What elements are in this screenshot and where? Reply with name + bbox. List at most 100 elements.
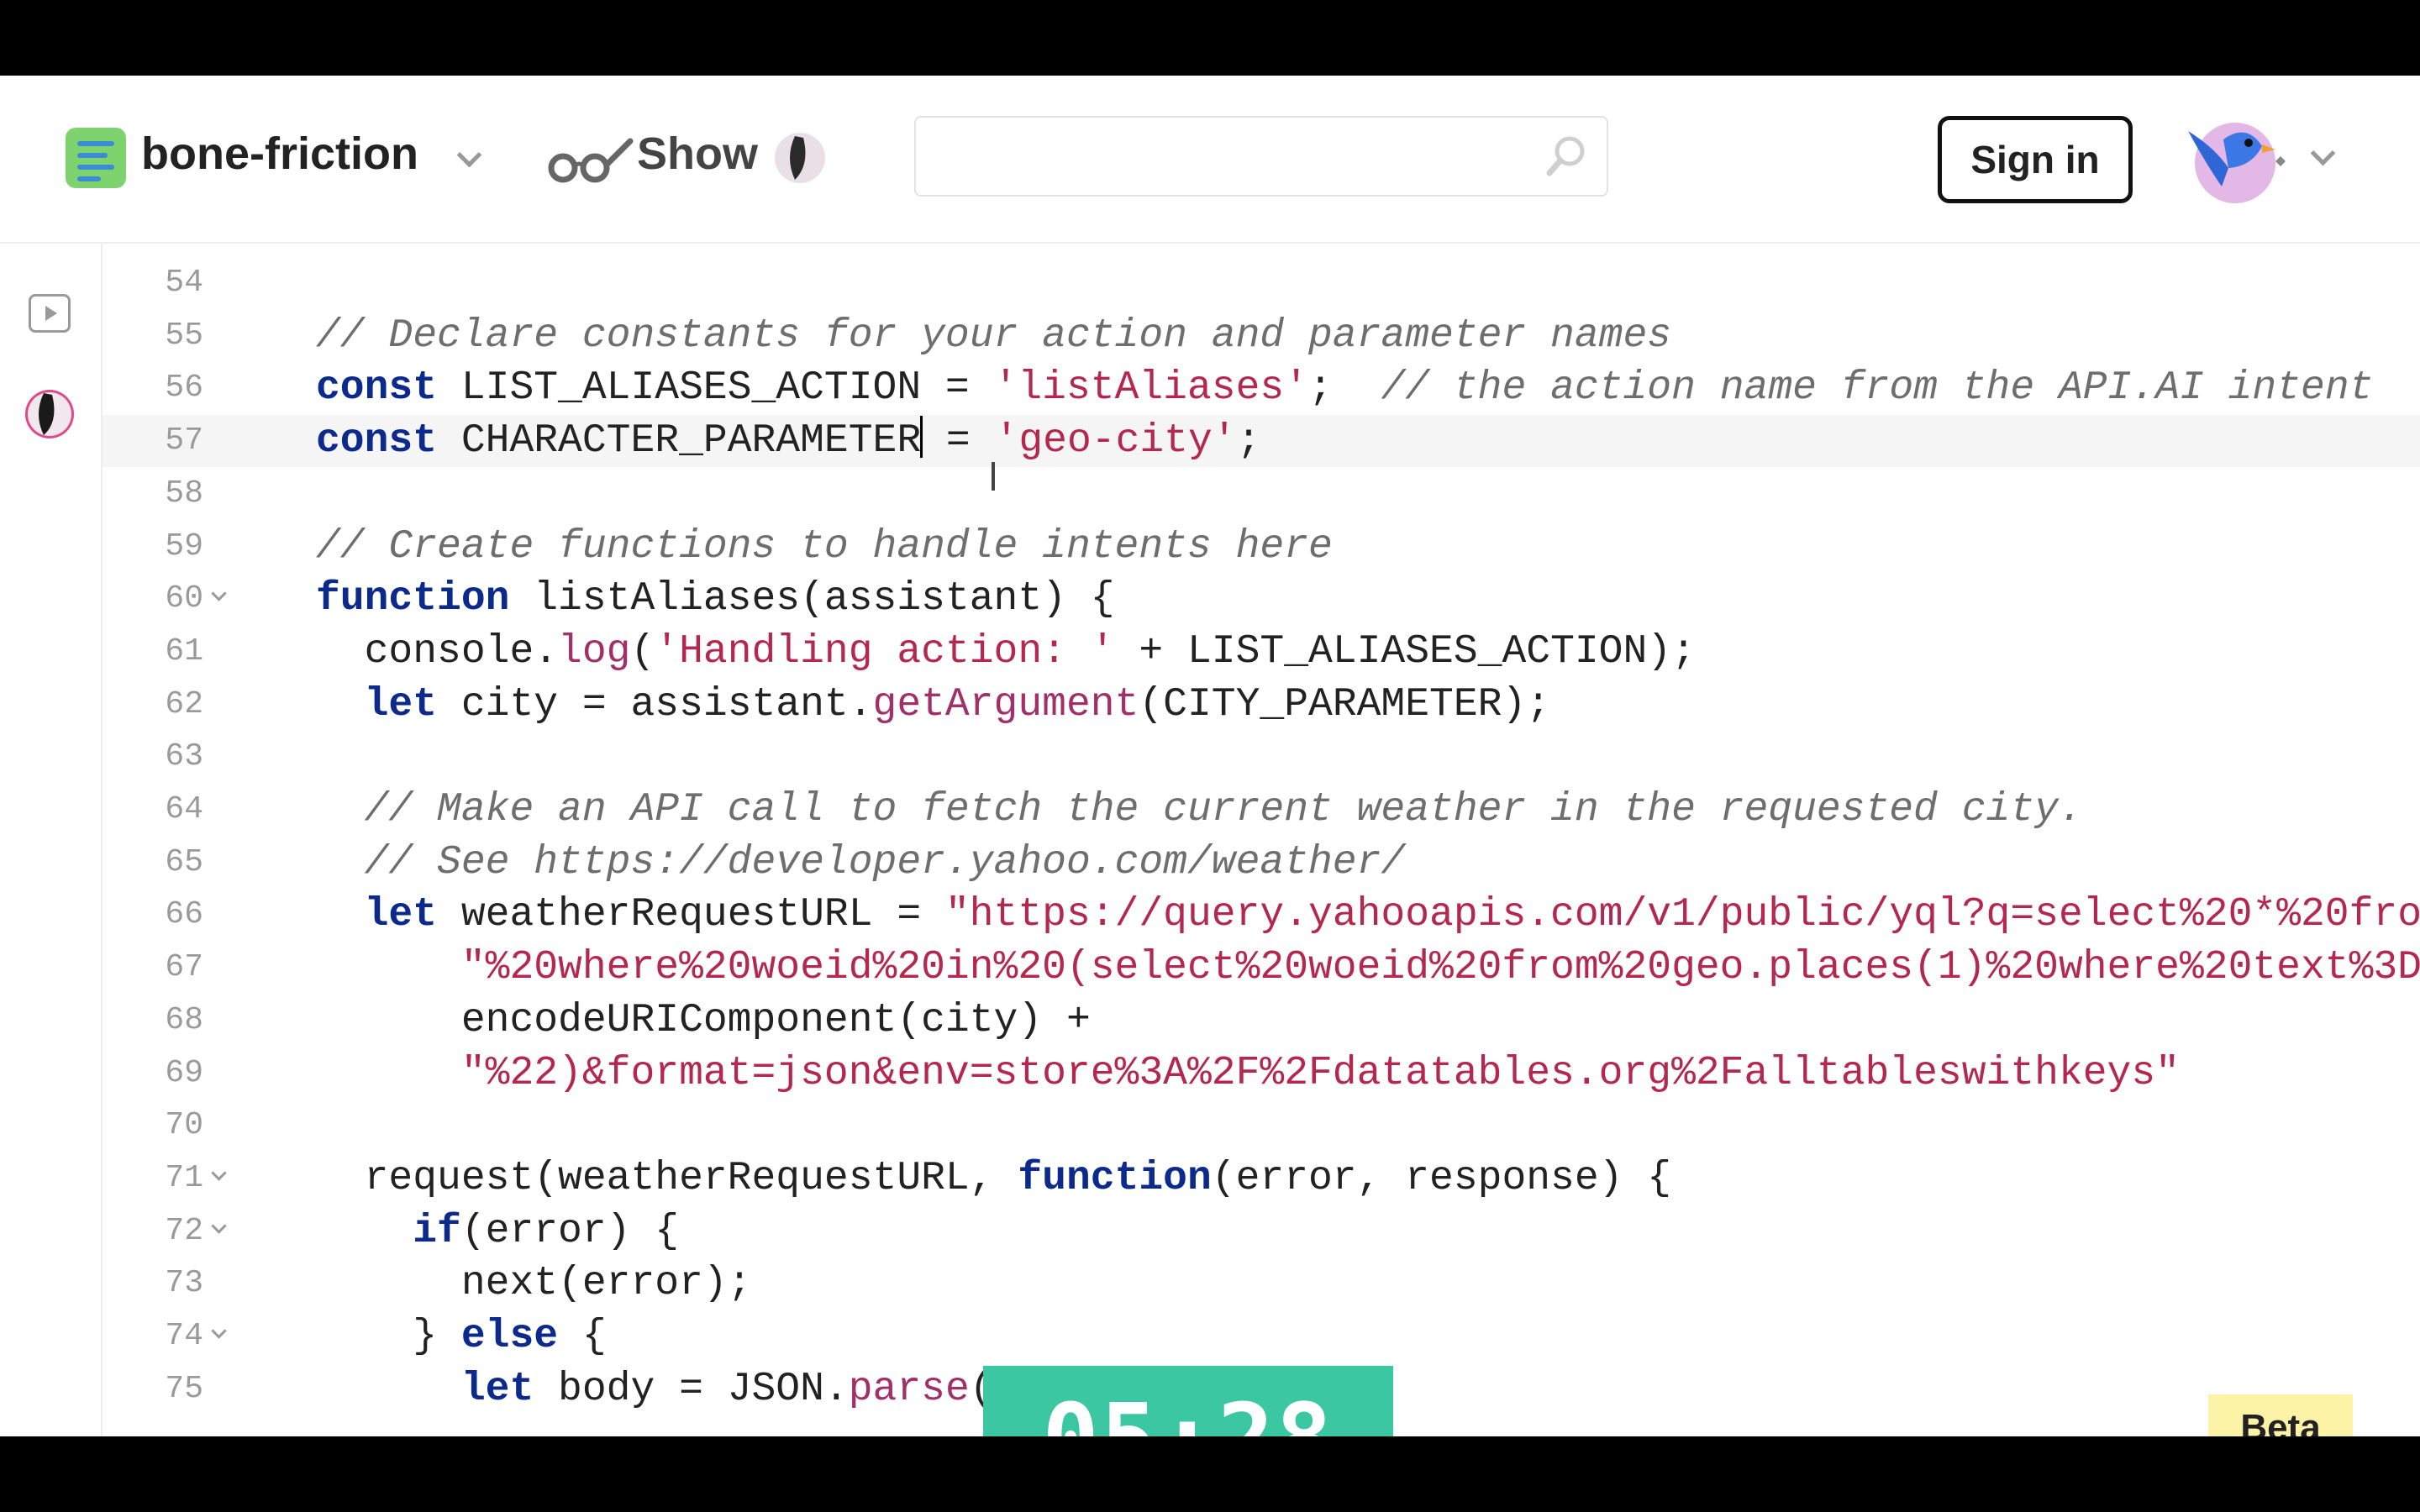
code-text: "%20where%20woeid%20in%20(select%20woeid… xyxy=(316,942,2420,994)
code-text: "%22)&format=json&env=store%3A%2F%2Fdata… xyxy=(316,1047,2180,1100)
letterbox-bottom xyxy=(0,1436,2420,1512)
code-line[interactable]: 71 request(weatherRequestURL, function(e… xyxy=(103,1152,2420,1205)
code-token: const xyxy=(316,365,438,412)
code-line[interactable]: 72 if(error) { xyxy=(103,1205,2420,1257)
chevron-down-icon[interactable] xyxy=(2310,140,2336,166)
code-text: const LIST_ALIASES_ACTION = 'listAliases… xyxy=(316,362,2373,414)
code-token: log xyxy=(558,628,631,675)
code-token: city = assistant. xyxy=(437,681,873,727)
code-token: else xyxy=(460,1314,559,1359)
code-text: // See https://developer.yahoo.com/weath… xyxy=(316,837,1406,889)
code-text: // Declare constants for your action and… xyxy=(316,310,1671,362)
code-token: + LIST_ALIASES_ACTION); xyxy=(1114,628,1696,675)
code-line[interactable]: 67 "%20where%20woeid%20in%20(select%20wo… xyxy=(103,942,2420,994)
code-token: next(error); xyxy=(316,1261,752,1307)
fold-chevron-icon[interactable] xyxy=(211,1323,227,1339)
code-line[interactable]: 57 const CHARACTER_PARAMETER = 'geo-city'… xyxy=(103,415,2420,468)
code-token: ; xyxy=(1236,418,1261,465)
code-token: let xyxy=(364,681,438,727)
code-token: "https://query.yahooapis.com/v1/public/y… xyxy=(944,892,2420,938)
code-token: let xyxy=(364,892,438,938)
play-icon[interactable] xyxy=(29,294,71,333)
search-icon[interactable] xyxy=(1543,133,1590,180)
line-number: 67 xyxy=(165,949,203,986)
code-line[interactable]: 58 xyxy=(103,468,2420,520)
user-avatar-icon[interactable] xyxy=(2181,114,2287,207)
code-token: LIST_ALIASES_ACTION = xyxy=(437,365,994,412)
code-token: request(weatherRequestURL, xyxy=(316,1155,1018,1201)
code-token: (error, response) { xyxy=(1211,1155,1672,1201)
code-line[interactable]: 59 // Create functions to handle intents … xyxy=(103,521,2420,573)
line-number: 69 xyxy=(165,1054,203,1091)
code-line[interactable]: 74 } else { xyxy=(103,1310,2420,1362)
sign-in-button[interactable]: Sign in xyxy=(1938,116,2133,203)
code-text: next(error); xyxy=(316,1257,752,1310)
collaborator-avatar-icon[interactable] xyxy=(24,388,76,440)
code-text: console.log('Handling action: ' + LIST_A… xyxy=(316,626,1696,678)
code-line[interactable]: 68 encodeURIComponent(city) + xyxy=(103,995,2420,1047)
show-button[interactable]: Show xyxy=(637,124,758,183)
fold-chevron-icon[interactable] xyxy=(211,1217,227,1234)
line-number: 68 xyxy=(165,1001,203,1038)
code-token: // the action name from the API.AI inten… xyxy=(1381,365,2374,412)
code-line[interactable]: 66 let weatherRequestURL = "https://quer… xyxy=(103,889,2420,941)
code-token: CHARACTER_PARAMETER xyxy=(437,418,922,465)
code-line[interactable]: 64 // Make an API call to fetch the curr… xyxy=(103,784,2420,836)
code-line[interactable]: 73 next(error); xyxy=(103,1257,2420,1310)
line-number: 55 xyxy=(165,317,203,354)
code-token: body = JSON. xyxy=(534,1366,849,1412)
code-token: let xyxy=(460,1366,534,1412)
code-line[interactable]: 54 xyxy=(103,257,2420,309)
timer-overlay: 05:28 xyxy=(983,1366,1393,1436)
code-line[interactable]: 62 let city = assistant.getArgument(CITY… xyxy=(103,679,2420,731)
code-line[interactable]: 56 const LIST_ALIASES_ACTION = 'listAlias… xyxy=(103,362,2420,414)
code-token: // See https://developer.yahoo.com/weath… xyxy=(316,839,1406,885)
line-number: 72 xyxy=(165,1212,203,1249)
code-token: parse xyxy=(848,1366,970,1412)
header: bone-friction Show Sign in xyxy=(0,76,2420,244)
beta-badge: Beta xyxy=(2208,1394,2353,1436)
code-line[interactable]: 61 console.log('Handling action: ' + LIS… xyxy=(103,626,2420,678)
code-token: encodeURIComponent(city) + xyxy=(316,997,1091,1043)
code-token: (CITY_PARAMETER); xyxy=(1139,681,1551,727)
glasses-icon[interactable] xyxy=(543,134,635,185)
code-line[interactable]: 70 xyxy=(103,1100,2420,1152)
line-number: 61 xyxy=(165,633,203,669)
code-token: // Declare constants for your action and… xyxy=(316,312,1672,359)
code-line[interactable]: 60 function listAliases(assistant) { xyxy=(103,573,2420,625)
project-logo-icon[interactable] xyxy=(66,128,126,188)
line-number: 57 xyxy=(165,423,203,459)
code-token: weatherRequestURL = xyxy=(437,892,945,938)
code-token: = xyxy=(922,418,995,465)
code-text: if(error) { xyxy=(316,1205,679,1257)
code-line[interactable]: 55 // Declare constants for your action a… xyxy=(103,310,2420,362)
fold-chevron-icon[interactable] xyxy=(211,585,227,601)
code-line[interactable]: 63 xyxy=(103,731,2420,783)
chevron-down-icon[interactable] xyxy=(456,142,482,168)
code-token: listAliases(assistant) { xyxy=(509,576,1115,622)
editor-sidebar xyxy=(0,244,103,1436)
code-token: 'listAliases' xyxy=(993,365,1309,412)
code-text: request(weatherRequestURL, function(erro… xyxy=(316,1152,1671,1205)
search-input[interactable] xyxy=(914,116,1608,197)
code-text: let city = assistant.getArgument(CITY_PA… xyxy=(316,679,1550,731)
text-cursor-icon xyxy=(992,462,995,491)
code-token: { xyxy=(558,1314,607,1359)
line-number: 75 xyxy=(165,1370,203,1407)
code-line[interactable]: 69 "%22)&format=json&env=store%3A%2F%2Fd… xyxy=(103,1047,2420,1100)
code-token: getArgument xyxy=(872,681,1139,727)
code-token: // Create functions to handle intents he… xyxy=(316,523,1333,570)
code-editor[interactable]: 54 55 // Declare constants for your action… xyxy=(103,244,2420,1436)
code-token: // Make an API call to fetch the current… xyxy=(316,787,2083,832)
code-line[interactable]: 65 // See https://developer.yahoo.com/we… xyxy=(103,837,2420,889)
fold-chevron-icon[interactable] xyxy=(211,1165,227,1181)
code-token: function xyxy=(316,576,510,622)
line-number: 62 xyxy=(165,685,203,722)
code-token: 'Handling action: ' xyxy=(655,628,1115,675)
code-text: encodeURIComponent(city) + xyxy=(316,995,1091,1047)
line-number: 56 xyxy=(165,370,203,407)
project-name[interactable]: bone-friction xyxy=(141,124,418,183)
code-token: "%22)&format=json&env=store%3A%2F%2Fdata… xyxy=(460,1050,2180,1096)
